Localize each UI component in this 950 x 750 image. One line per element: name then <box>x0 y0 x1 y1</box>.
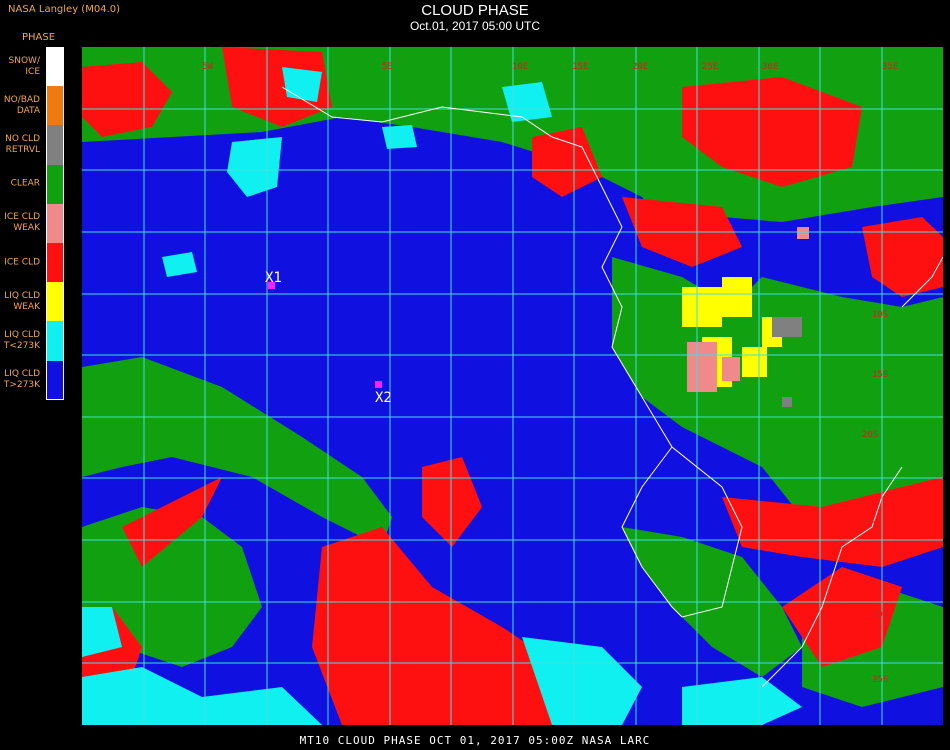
legend-row-liquid-cloud-warm: LIQ CLD T>273K <box>0 360 66 400</box>
marker-x2-point[interactable] <box>375 381 382 388</box>
legend-row-clear: CLEAR <box>0 164 66 204</box>
legend-label: LIQ CLD T<273K <box>3 329 40 351</box>
legend-row-no-cloud-retrieval: NO CLD RETRVL <box>0 125 66 165</box>
legend-swatch <box>46 321 64 361</box>
legend-label: ICE CLD WEAK <box>4 212 40 234</box>
grid-label: 15E <box>572 62 588 72</box>
grid-label: 10E <box>512 62 528 72</box>
map-canvas: 5W 5E 10E 15E 20E 25E 30E 35E 10S 15S 20S 25S 30S 35S… <box>82 47 943 725</box>
legend-label: SNOW/ ICE <box>8 55 40 77</box>
grid-label: 30E <box>762 62 778 72</box>
legend-row-liquid-cloud-cold: LIQ CLD T<273K <box>0 321 66 361</box>
legend-swatch <box>46 86 64 126</box>
legend-swatch <box>46 164 64 204</box>
grid-label: 5W <box>202 62 213 72</box>
map-title: CLOUD PHASE <box>421 2 529 19</box>
grid-label: 10S <box>872 310 888 320</box>
marker-x2-label: X2 <box>375 390 392 406</box>
legend-row-ice-cloud: ICE CLD <box>0 242 66 283</box>
phase-legend: SNOW/ ICE NO/BAD DATA NO CLD RETRVL CLEA… <box>0 47 66 400</box>
marker-x1-label: X1 <box>265 270 282 286</box>
legend-row-liquid-cloud-weak: LIQ CLD WEAK <box>0 282 66 322</box>
grid-label: 15S <box>872 370 888 380</box>
grid-label: 25S <box>862 520 878 530</box>
map-subtitle: Oct.01, 2017 05:00 UTC <box>409 19 541 33</box>
legend-swatch <box>46 282 64 322</box>
legend-label: LIQ CLD T>273K <box>3 369 40 391</box>
legend-row-no-bad-data: NO/BAD DATA <box>0 86 66 126</box>
legend-title: PHASE <box>22 32 56 43</box>
grid-label: 20S <box>862 430 878 440</box>
grid-label: 5E <box>382 62 393 72</box>
cloud-phase-map: 5W 5E 10E 15E 20E 25E 30E 35E 10S 15S 20S 25S 30S 35S… <box>82 47 943 725</box>
legend-label: NO/BAD DATA <box>3 94 40 116</box>
grid-label: 35S <box>872 675 888 685</box>
legend-row-ice-cloud-weak: ICE CLD WEAK <box>0 203 66 243</box>
legend-label: NO CLD RETRVL <box>5 133 40 155</box>
legend-label: LIQ CLD WEAK <box>4 290 40 312</box>
grid-label: 20E <box>632 62 648 72</box>
legend-label: ICE CLD <box>4 257 40 268</box>
footer-caption: MT10 CLOUD PHASE OCT 01, 2017 05:00Z NAS… <box>299 734 651 747</box>
legend-label: CLEAR <box>10 178 40 189</box>
grid-label: 25E <box>702 62 718 72</box>
legend-swatch <box>46 47 64 87</box>
legend-swatch <box>46 203 64 243</box>
grid-label: 30S <box>872 610 888 620</box>
legend-swatch <box>46 360 64 400</box>
legend-swatch <box>46 125 64 165</box>
legend-row-snow-ice: SNOW/ ICE <box>0 47 66 87</box>
legend-swatch <box>46 242 64 283</box>
grid-label: 35E <box>882 62 898 72</box>
